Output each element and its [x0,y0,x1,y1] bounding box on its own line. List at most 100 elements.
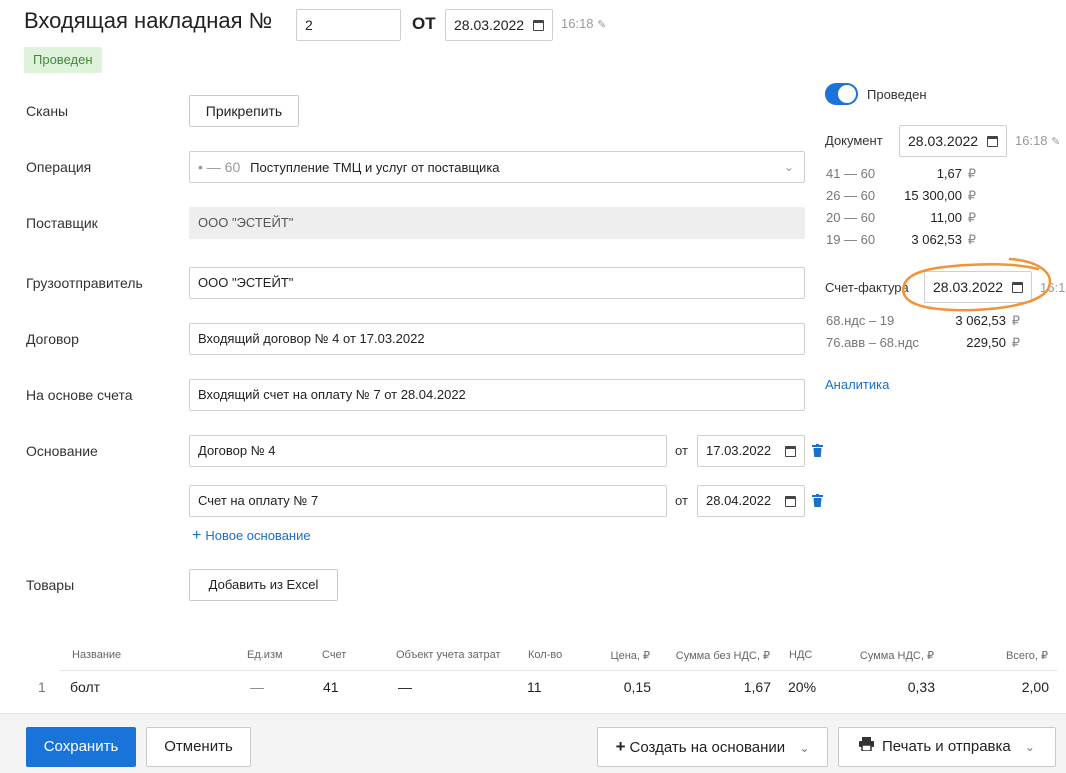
row-vat: 20% [788,679,817,695]
basis-input-2[interactable]: Счет на оплату № 7 [189,485,667,517]
vat-posting-amount: 229,50 [966,335,1006,350]
scans-label: Сканы [26,103,69,119]
document-time-value: 16:18 [561,16,594,31]
row-qty: 11 [527,679,542,695]
vat-posting-amount: 3 062,53 [955,313,1006,328]
save-button[interactable]: Сохранить [26,727,136,767]
vat-posting-account: 68.ндс – 19 [826,313,895,328]
from-label: ОТ [412,14,436,33]
posting-currency: ₽ [967,188,976,203]
contract-label: Договор [26,331,79,347]
new-basis-link[interactable]: + Новое основание [192,527,311,545]
posting-currency: ₽ [967,166,976,181]
posting-account: 41 — 60 [826,166,876,181]
row-unit: — [250,679,264,695]
calendar-icon [785,436,796,466]
posting-amount: 3 062,53 [911,232,962,247]
row-total: 2,00 [1021,679,1049,695]
col-header-account: Счет [322,649,347,661]
invoice-basis-label: На основе счета [26,387,133,403]
goods-label: Товары [26,577,75,593]
highlight-circle [901,257,1051,312]
page-title: Входящая накладная № [24,8,273,33]
posting-row: 19 — 60 3 062,53 ₽ [826,232,986,250]
row-vat-sum: 0,33 [907,679,935,695]
posting-account: 20 — 60 [826,210,876,225]
print-send-button[interactable]: Печать и отправка ⌄ [838,727,1056,767]
basis-input-1[interactable]: Договор № 4 [189,435,667,467]
basis-date-input-2[interactable]: 28.04.2022 [697,485,805,517]
document-date-input[interactable]: 28.03.2022 [445,9,553,41]
posting-row: 20 — 60 11,00 ₽ [826,210,986,228]
plus-icon: + [192,527,202,544]
col-header-price: Цена, ₽ [610,650,650,662]
row-price: 0,15 [623,679,651,695]
posted-toggle-label: Проведен [867,87,927,102]
operation-label: Операция [26,159,92,175]
sidebar-document-date[interactable]: 28.03.2022 [899,125,1007,157]
pencil-icon: ✎ [597,19,607,31]
posting-amount: 11,00 [930,210,962,225]
calendar-icon [533,10,544,40]
printer-icon [859,728,874,766]
basis-date-value-2: 28.04.2022 [706,493,772,508]
vat-posting-account: 76.авв – 68.ндс [826,335,919,350]
posting-currency: ₽ [967,210,976,225]
col-header-total: Всего, ₽ [1006,650,1048,662]
document-number-input[interactable]: 2 [296,9,401,41]
trash-icon[interactable] [812,494,823,510]
contract-input[interactable]: Входящий договор № 4 от 17.03.2022 [189,323,805,355]
document-date-label: Документ [825,133,883,148]
operation-select[interactable]: • — 60 Поступление ТМЦ и услуг от постав… [189,151,805,183]
vat-posting-currency: ₽ [1011,335,1020,350]
table-header-divider [60,670,1057,671]
posting-currency: ₽ [967,232,976,247]
row-account: 41 [323,679,339,695]
posted-toggle[interactable] [825,83,858,105]
sidebar-document-date-value: 28.03.2022 [908,133,979,149]
chevron-down-icon: ⌄ [799,741,810,755]
pencil-icon: ✎ [1051,136,1061,148]
vat-posting-currency: ₽ [1011,313,1020,328]
posting-row: 41 — 60 1,67 ₽ [826,166,986,184]
invoice-basis-input[interactable]: Входящий счет на оплату № 7 от 28.04.202… [189,379,805,411]
analytics-link[interactable]: Аналитика [825,377,889,392]
trash-icon[interactable] [812,444,823,460]
document-date-value: 28.03.2022 [454,17,525,33]
col-header-qty: Кол-во [528,649,563,661]
create-based-on-label: Создать на основании [629,739,786,756]
chevron-down-icon: ⌄ [783,160,794,174]
posting-row: 26 — 60 15 300,00 ₽ [826,188,986,206]
basis-from-label-2: от [675,493,688,508]
col-header-unit: Ед.изм [247,649,283,661]
vat-posting-row: 68.ндс – 19 3 062,53 ₽ [826,313,1022,331]
document-time[interactable]: 16:18 ✎ [561,16,606,31]
toggle-knob [838,85,856,103]
col-header-cost-object: Объект учета затрат [396,649,501,661]
basis-date-input-1[interactable]: 17.03.2022 [697,435,805,467]
posting-account: 26 — 60 [826,188,876,203]
basis-from-label-1: от [675,443,688,458]
calendar-icon [987,126,998,156]
plus-icon: + [615,737,626,756]
posting-amount: 1,67 [936,166,962,181]
shipper-label: Грузоотправитель [26,275,143,291]
supplier-field: ООО "ЭСТЕЙТ" [189,207,805,239]
posting-amount: 15 300,00 [904,188,962,203]
cancel-button[interactable]: Отменить [146,727,251,767]
create-based-on-button[interactable]: + Создать на основании ⌄ [597,727,828,767]
posting-account: 19 — 60 [826,232,876,247]
print-send-label: Печать и отправка [882,738,1011,755]
operation-value: Поступление ТМЦ и услуг от поставщика [250,160,500,175]
sidebar-document-time[interactable]: 16:18 ✎ [1015,133,1060,148]
basis-date-value-1: 17.03.2022 [706,443,772,458]
supplier-label: Поставщик [26,215,98,231]
operation-code: • — 60 [198,159,241,175]
attach-button[interactable]: Прикрепить [189,95,299,127]
shipper-input[interactable]: ООО "ЭСТЕЙТ" [189,267,805,299]
chevron-down-icon: ⌄ [1024,740,1035,754]
new-basis-label: Новое основание [205,528,311,543]
col-header-name: Название [72,649,122,661]
add-from-excel-button[interactable]: Добавить из Excel [189,569,338,601]
calendar-icon [785,486,796,516]
